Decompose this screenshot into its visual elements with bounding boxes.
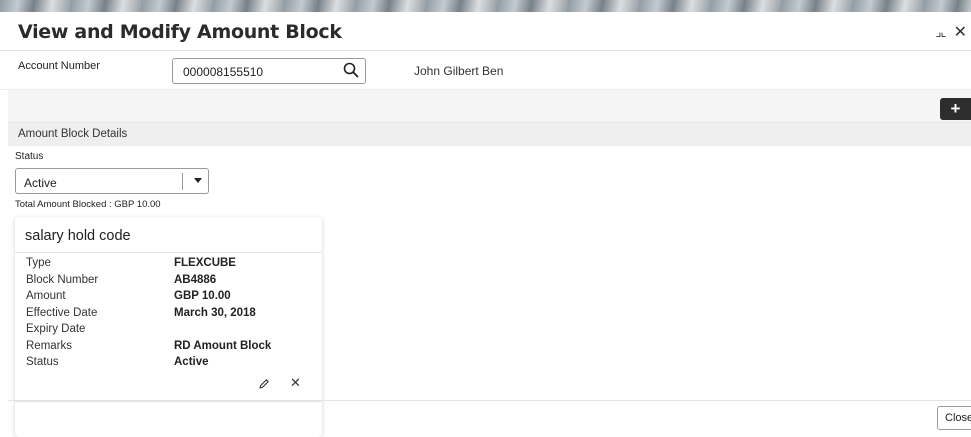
card-title: salary hold code [25,228,131,244]
account-row: Account Number John Gilbert Ben [0,51,971,90]
card-row-key: Status [26,356,59,368]
total-amount-blocked: Total Amount Blocked : GBP 10.00 [15,199,161,210]
card-row-amount: Amount GBP 10.00 [26,290,316,307]
card-row-value: GBP 10.00 [174,290,231,302]
card-row-key: Effective Date [26,306,98,319]
account-number-input[interactable] [181,64,335,80]
section-header: Amount Block Details [8,122,971,146]
status-filter-label: Status [15,151,44,162]
page-title: View and Modify Amount Block [18,21,342,43]
card-divider [15,252,322,253]
section-title: Amount Block Details [18,128,128,140]
card-footer-divider [15,401,322,402]
card-row-remarks: Remarks RD Amount Block [26,340,316,357]
card-row-value: RD Amount Block [174,339,272,352]
customer-name: John Gilbert Ben [414,64,504,78]
card-row-value: March 30, 2018 [174,306,256,319]
card-row-value: FLEXCUBE [174,257,236,269]
card-row-value: AB4886 [174,273,217,286]
card-row-type: Type FLEXCUBE [26,257,316,274]
card-row-status: Status Active [26,356,316,373]
toolbar-band [8,90,971,122]
card-row-value: Active [174,356,209,368]
status-select[interactable]: Active [15,168,209,194]
card-details: Type FLEXCUBE Block Number AB4886 Amount… [26,257,316,373]
add-button[interactable]: + [940,98,971,120]
search-icon[interactable] [343,62,359,78]
amount-block-card: salary hold code Type FLEXCUBE Block Num… [15,217,322,437]
chevron-down-icon[interactable] [194,178,202,183]
delete-icon[interactable]: ✕ [290,375,301,391]
card-row-key: Remarks [26,339,73,352]
minimize-icon[interactable]: ⌟⌞ [935,24,946,40]
card-row-key: Type [26,257,51,269]
close-button[interactable]: Close [937,406,971,430]
card-row-block-number: Block Number AB4886 [26,274,316,291]
select-divider [182,173,183,190]
close-icon[interactable]: ✕ [954,22,967,42]
account-number-field[interactable] [172,58,366,84]
header-actions: ⌟⌞ ✕ [935,22,967,42]
status-select-value: Active [24,176,57,190]
dialog-header: View and Modify Amount Block ⌟⌞ ✕ [0,12,971,51]
account-number-label: Account Number [18,60,100,72]
edit-icon[interactable] [258,378,270,390]
card-row-expiry-date: Expiry Date [26,323,316,340]
card-row-effective-date: Effective Date March 30, 2018 [26,307,316,324]
card-row-key: Expiry Date [26,323,86,335]
card-row-key: Block Number [26,273,99,286]
footer-divider [8,400,971,401]
card-row-key: Amount [26,290,66,302]
top-banner-strip [0,0,971,12]
